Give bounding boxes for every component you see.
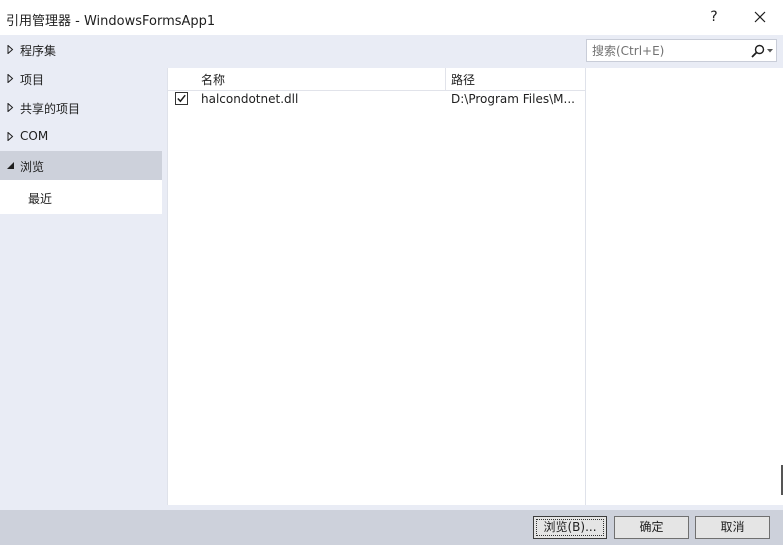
reference-checkbox[interactable] [175, 92, 188, 105]
cancel-button[interactable]: 取消 [695, 516, 770, 539]
search-input[interactable] [587, 40, 742, 61]
table-row[interactable]: halcondotnet.dll D:\Program Files\M... [168, 90, 586, 109]
reference-manager-dialog: 引用管理器 - WindowsFormsApp1 ? 程序集 项目 共享的项目 [0, 0, 783, 556]
window-bottom-edge [0, 545, 783, 556]
window-title: 引用管理器 - WindowsFormsApp1 [6, 14, 216, 29]
reference-list: 名称 路径 halcondotnet.dll D:\Program Files\… [167, 68, 586, 505]
nav-item-com[interactable]: COM [0, 122, 162, 151]
nav-item-label: 最近 [28, 192, 53, 206]
column-header-name[interactable]: 名称 [196, 68, 446, 91]
nav-item-label: 程序集 [20, 44, 57, 58]
reference-name: halcondotnet.dll [201, 92, 299, 106]
nav-item-label: 项目 [20, 73, 45, 87]
close-icon [754, 11, 766, 23]
chevron-right-icon [7, 74, 14, 83]
nav-item-projects[interactable]: 项目 [0, 64, 162, 93]
nav-item-label: 浏览 [20, 160, 45, 174]
category-nav: 程序集 项目 共享的项目 COM 浏览 最近 [0, 35, 162, 510]
nav-item-browse[interactable]: 浏览 [0, 151, 162, 180]
focus-rectangle [536, 519, 604, 536]
column-header-label: 路径 [451, 73, 476, 87]
reference-path: D:\Program Files\M... [451, 92, 575, 106]
dropdown-arrow-icon[interactable] [767, 49, 773, 53]
chevron-right-icon [7, 103, 14, 112]
nav-item-label: 共享的项目 [20, 102, 81, 116]
nav-item-recent[interactable]: 最近 [0, 180, 162, 214]
ok-button[interactable]: 确定 [614, 516, 689, 539]
checkmark-icon [177, 94, 186, 103]
nav-item-assemblies[interactable]: 程序集 [0, 35, 162, 64]
chevron-right-icon [7, 132, 14, 141]
title-bar: 引用管理器 - WindowsFormsApp1 ? [0, 0, 783, 35]
chevron-expanded-icon [7, 162, 14, 169]
help-button[interactable]: ? [694, 0, 734, 35]
chevron-right-icon [7, 45, 14, 54]
column-header-label: 名称 [201, 73, 226, 87]
column-header-path[interactable]: 路径 [446, 68, 586, 91]
nav-item-shared-projects[interactable]: 共享的项目 [0, 93, 162, 122]
search-icon[interactable] [751, 44, 765, 58]
close-button[interactable] [740, 0, 780, 35]
column-header-check [168, 68, 196, 91]
details-pane [585, 68, 783, 505]
nav-item-label: COM [20, 129, 49, 143]
browse-button[interactable]: 浏览(B)... [533, 516, 607, 539]
search-box [586, 39, 777, 62]
